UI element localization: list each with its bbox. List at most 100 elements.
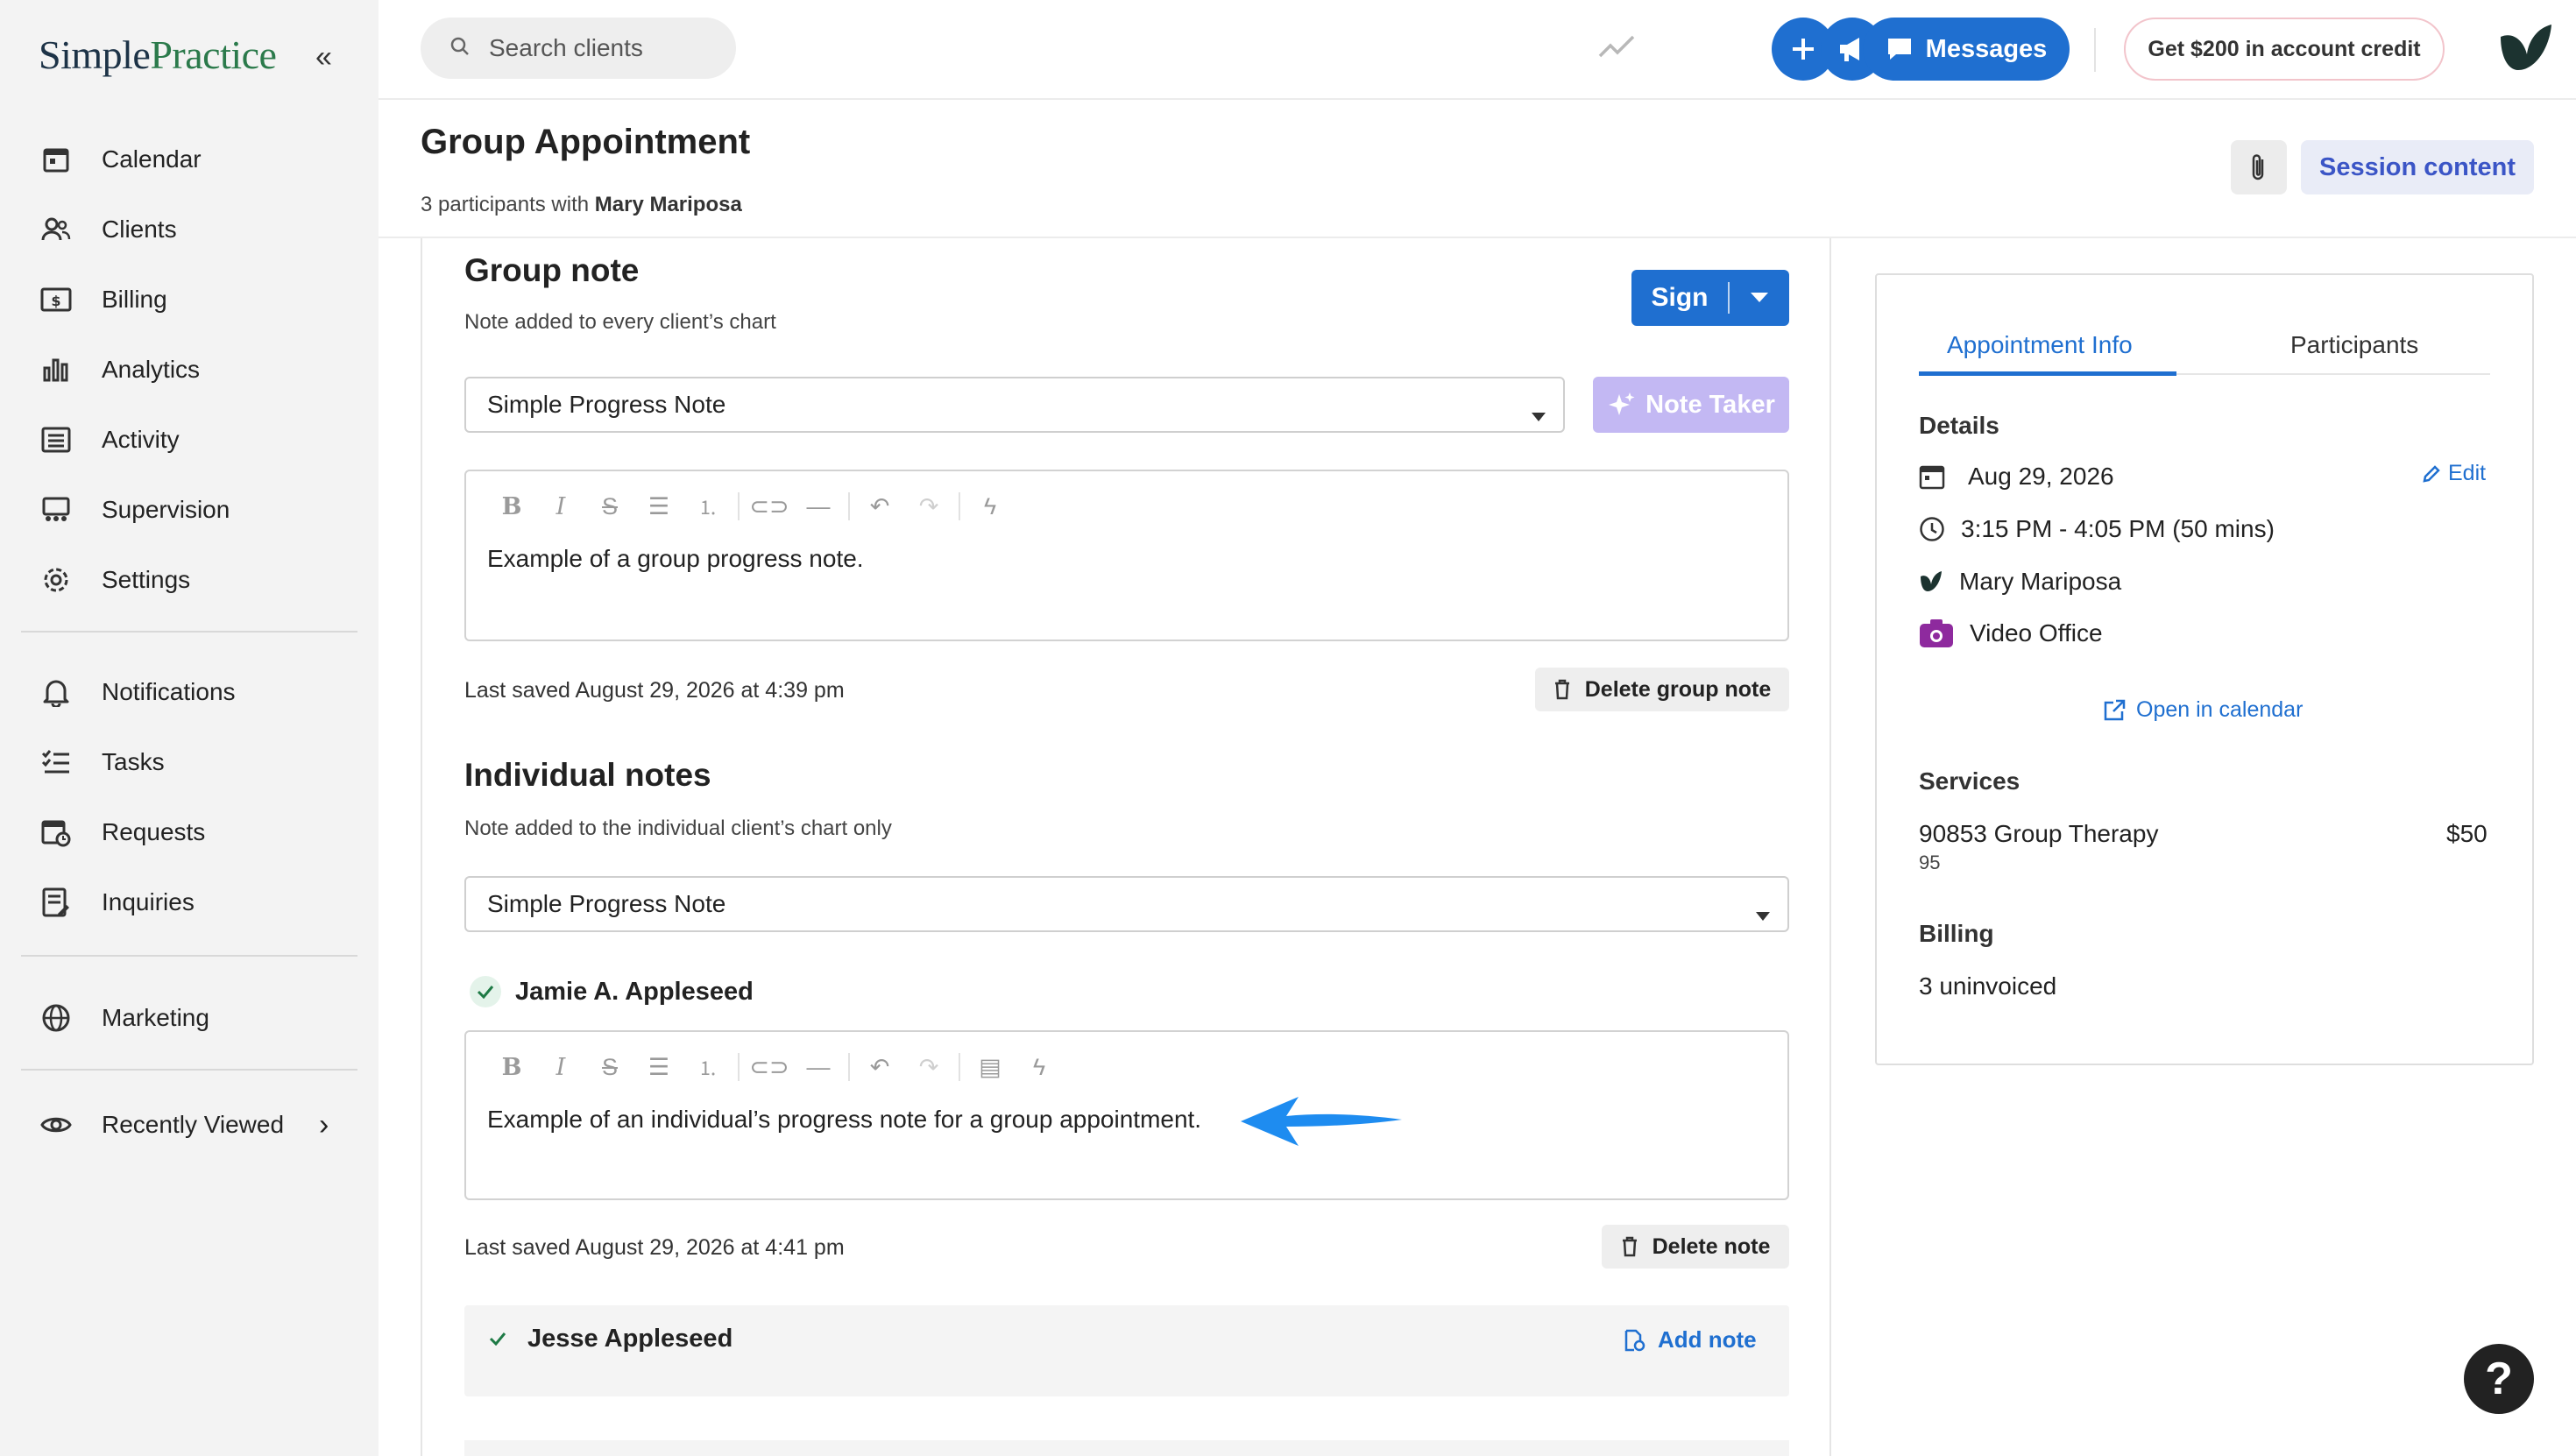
clock-icon — [1919, 516, 1945, 542]
group-note-template-select[interactable]: Simple Progress Note — [464, 377, 1565, 433]
participants-subtitle: 3 participants with Mary Mariposa — [421, 193, 742, 216]
chevron-down-icon[interactable] — [1730, 292, 1789, 304]
top-bar: Search clients Messages Get $200 in acco… — [379, 0, 2576, 100]
sidebar-item-recently-viewed[interactable]: Recently Viewed › — [39, 1099, 354, 1151]
calendar-icon — [1919, 463, 1945, 490]
undo-icon[interactable]: ↶ — [855, 491, 904, 522]
calendar-request-icon — [39, 815, 74, 850]
billing-status: 3 uninvoiced — [1919, 972, 2057, 1000]
video-camera-icon — [1919, 618, 1954, 648]
sidebar-item-tasks[interactable]: Tasks — [39, 736, 354, 788]
search-clients-input[interactable]: Search clients — [421, 18, 736, 79]
undo-icon[interactable]: ↶ — [855, 1051, 904, 1083]
sidebar-item-inquiries[interactable]: Inquiries — [39, 876, 354, 929]
sidebar-item-settings[interactable]: Settings — [39, 554, 354, 606]
link-icon[interactable]: ⊂⊃ — [745, 491, 794, 522]
bullet-list-icon[interactable]: ☰ — [634, 491, 683, 522]
sidebar-item-requests[interactable]: Requests — [39, 806, 354, 859]
sidebar-item-billing[interactable]: $ Billing — [39, 273, 354, 326]
globe-icon — [39, 1000, 74, 1035]
bullet-list-icon[interactable]: ☰ — [634, 1051, 683, 1083]
delete-note-button[interactable]: Delete note — [1602, 1225, 1789, 1269]
users-icon — [39, 212, 74, 247]
main-border — [1829, 238, 1831, 1456]
appointment-location: Video Office — [1919, 618, 2103, 648]
participant-row — [464, 1440, 1789, 1456]
analytics-trend-icon[interactable] — [1598, 33, 1637, 64]
italic-icon[interactable]: I — [536, 491, 585, 522]
individual-note-last-saved: Last saved August 29, 2026 at 4:41 pm — [464, 1235, 845, 1260]
sidebar-item-marketing[interactable]: Marketing — [39, 992, 354, 1044]
edit-details-button[interactable]: Edit — [2422, 461, 2486, 486]
client-info-card-icon[interactable]: ▤ — [966, 1051, 1015, 1083]
italic-icon[interactable]: I — [536, 1051, 585, 1083]
attachments-button[interactable] — [2231, 140, 2287, 194]
redo-icon[interactable]: ↷ — [904, 1051, 953, 1083]
tab-participants[interactable]: Participants — [2290, 331, 2418, 359]
bold-icon[interactable]: B — [487, 491, 536, 522]
lightning-icon[interactable]: ϟ — [966, 491, 1015, 522]
sidebar-item-notifications[interactable]: Notifications — [39, 666, 354, 718]
avatar[interactable] — [2495, 21, 2555, 80]
group-note-title: Group note — [464, 252, 640, 288]
individual-note-template-select[interactable]: Simple Progress Note — [464, 876, 1789, 932]
note-taker-button[interactable]: Note Taker — [1593, 377, 1789, 433]
editor-toolbar: B I S ☰ ⒈ ⊂⊃ — ↶ ↷ ▤ ϟ — [487, 1051, 1064, 1083]
bold-icon[interactable]: B — [487, 1051, 536, 1083]
group-note-editor[interactable]: B I S ☰ ⒈ ⊂⊃ — ↶ ↷ ϟ Example of a group … — [464, 470, 1789, 641]
redo-icon[interactable]: ↷ — [904, 491, 953, 522]
numbered-list-icon[interactable]: ⒈ — [683, 491, 732, 522]
strikethrough-icon[interactable]: S — [585, 491, 634, 522]
open-in-calendar-link[interactable]: Open in calendar — [2103, 697, 2303, 723]
session-content-button[interactable]: Session content — [2301, 140, 2534, 194]
trash-icon — [1621, 1236, 1638, 1257]
sidebar-item-label: Billing — [102, 286, 167, 313]
sidebar-divider — [21, 1069, 357, 1071]
participant-jesse: Jesse Appleseed — [482, 1323, 732, 1354]
individual-note-body[interactable]: Example of an individual’s progress note… — [487, 1106, 1201, 1134]
sidebar-divider — [21, 955, 357, 957]
horizontal-rule-icon[interactable]: — — [794, 491, 843, 522]
sidebar-item-clients[interactable]: Clients — [39, 203, 354, 256]
account-credit-button[interactable]: Get $200 in account credit — [2124, 18, 2445, 81]
bell-icon — [39, 675, 74, 710]
appointment-time: 3:15 PM - 4:05 PM (50 mins) — [1919, 515, 2275, 543]
strikethrough-icon[interactable]: S — [585, 1051, 634, 1083]
sidebar-item-label: Inquiries — [102, 888, 195, 915]
search-placeholder: Search clients — [489, 34, 643, 61]
collapse-sidebar-icon[interactable]: « — [315, 40, 332, 74]
pencil-icon — [2422, 464, 2441, 484]
svg-text:$: $ — [51, 293, 60, 309]
numbered-list-icon[interactable]: ⒈ — [683, 1051, 732, 1083]
messages-button[interactable]: Messages — [1863, 18, 2070, 81]
horizontal-rule-icon[interactable]: — — [794, 1051, 843, 1083]
group-note-subtitle: Note added to every client’s chart — [464, 310, 776, 334]
details-heading: Details — [1919, 412, 1999, 439]
simplepractice-logo[interactable]: SimplePractice — [39, 32, 277, 78]
individual-note-editor[interactable]: B I S ☰ ⒈ ⊂⊃ — ↶ ↷ ▤ ϟ Example of an ind… — [464, 1030, 1789, 1200]
link-icon[interactable]: ⊂⊃ — [745, 1051, 794, 1083]
tab-appointment-info[interactable]: Appointment Info — [1947, 331, 2133, 359]
chat-icon — [1886, 36, 1914, 62]
sign-button[interactable]: Sign — [1631, 270, 1789, 326]
tasks-icon — [39, 745, 74, 780]
sidebar-item-calendar[interactable]: Calendar — [39, 133, 354, 186]
lightning-icon[interactable]: ϟ — [1015, 1051, 1064, 1083]
delete-group-note-button[interactable]: Delete group note — [1535, 668, 1789, 711]
external-link-icon — [2103, 699, 2126, 722]
help-button[interactable]: ? — [2464, 1344, 2534, 1414]
add-note-button[interactable]: Add note — [1623, 1326, 1757, 1354]
clinician-avatar-icon — [1919, 569, 1943, 594]
sidebar-item-activity[interactable]: Activity — [39, 413, 354, 466]
dropdown-arrow-icon — [1756, 899, 1770, 927]
sidebar-item-label: Notifications — [102, 678, 236, 705]
participant-jamie: Jamie A. Appleseed — [470, 976, 754, 1007]
sidebar-item-supervision[interactable]: Supervision — [39, 484, 354, 536]
check-icon — [470, 976, 501, 1007]
sidebar-item-analytics[interactable]: Analytics — [39, 343, 354, 396]
billing-icon: $ — [39, 282, 74, 317]
billing-heading: Billing — [1919, 920, 1994, 947]
group-note-body[interactable]: Example of a group progress note. — [487, 545, 864, 573]
sidebar-item-label: Calendar — [102, 145, 202, 173]
inquiries-icon — [39, 885, 74, 920]
